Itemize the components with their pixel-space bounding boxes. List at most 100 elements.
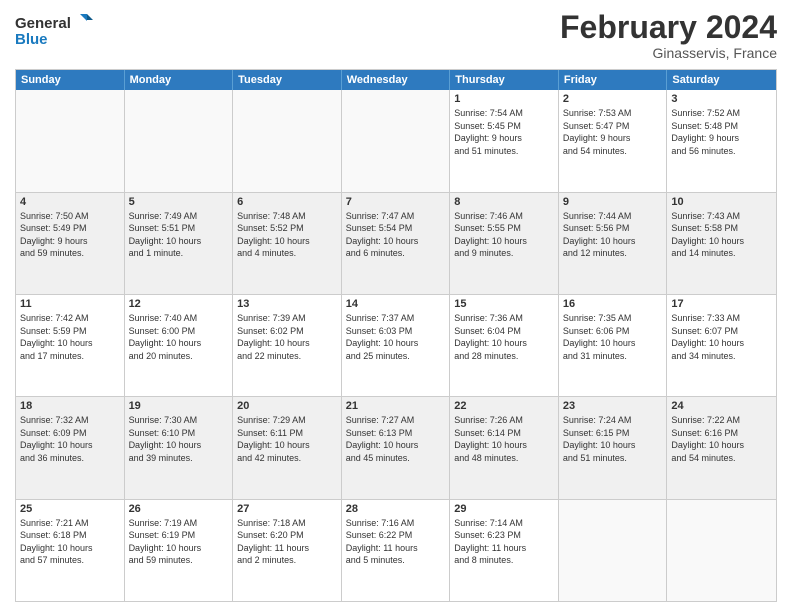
day-info: Sunrise: 7:39 AMSunset: 6:02 PMDaylight:… [237, 312, 337, 362]
header-cell-wednesday: Wednesday [342, 70, 451, 90]
svg-text:Blue: Blue [15, 31, 48, 48]
logo-svg: General Blue [15, 10, 95, 50]
empty-cell [233, 90, 342, 191]
day-number: 17 [671, 298, 772, 310]
empty-cell [16, 90, 125, 191]
header-cell-sunday: Sunday [16, 70, 125, 90]
logo: General Blue [15, 10, 95, 50]
day-info: Sunrise: 7:19 AMSunset: 6:19 PMDaylight:… [129, 517, 229, 567]
day-info: Sunrise: 7:35 AMSunset: 6:06 PMDaylight:… [563, 312, 663, 362]
day-number: 24 [671, 400, 772, 412]
calendar-body: 1 Sunrise: 7:54 AMSunset: 5:45 PMDaylight… [16, 90, 776, 601]
day-cell-2: 2 Sunrise: 7:53 AMSunset: 5:47 PMDaylight… [559, 90, 668, 191]
day-cell-6: 6 Sunrise: 7:48 AMSunset: 5:52 PMDaylight… [233, 193, 342, 294]
day-info: Sunrise: 7:30 AMSunset: 6:10 PMDaylight:… [129, 414, 229, 464]
location: Ginasservis, France [560, 45, 777, 61]
day-cell-9: 9 Sunrise: 7:44 AMSunset: 5:56 PMDaylight… [559, 193, 668, 294]
calendar-row-2: 4 Sunrise: 7:50 AMSunset: 5:49 PMDaylight… [16, 192, 776, 294]
day-cell-14: 14 Sunrise: 7:37 AMSunset: 6:03 PMDayligh… [342, 295, 451, 396]
svg-text:General: General [15, 15, 71, 32]
day-info: Sunrise: 7:43 AMSunset: 5:58 PMDaylight:… [671, 210, 772, 260]
header-cell-thursday: Thursday [450, 70, 559, 90]
day-info: Sunrise: 7:24 AMSunset: 6:15 PMDaylight:… [563, 414, 663, 464]
day-number: 13 [237, 298, 337, 310]
day-cell-3: 3 Sunrise: 7:52 AMSunset: 5:48 PMDaylight… [667, 90, 776, 191]
day-number: 2 [563, 93, 663, 105]
day-info: Sunrise: 7:52 AMSunset: 5:48 PMDaylight:… [671, 107, 772, 157]
day-number: 28 [346, 503, 446, 515]
day-cell-19: 19 Sunrise: 7:30 AMSunset: 6:10 PMDayligh… [125, 397, 234, 498]
day-cell-26: 26 Sunrise: 7:19 AMSunset: 6:19 PMDayligh… [125, 500, 234, 601]
day-info: Sunrise: 7:37 AMSunset: 6:03 PMDaylight:… [346, 312, 446, 362]
day-cell-18: 18 Sunrise: 7:32 AMSunset: 6:09 PMDayligh… [16, 397, 125, 498]
day-cell-16: 16 Sunrise: 7:35 AMSunset: 6:06 PMDayligh… [559, 295, 668, 396]
empty-cell [667, 500, 776, 601]
day-info: Sunrise: 7:16 AMSunset: 6:22 PMDaylight:… [346, 517, 446, 567]
day-info: Sunrise: 7:32 AMSunset: 6:09 PMDaylight:… [20, 414, 120, 464]
day-cell-28: 28 Sunrise: 7:16 AMSunset: 6:22 PMDayligh… [342, 500, 451, 601]
day-number: 21 [346, 400, 446, 412]
day-number: 16 [563, 298, 663, 310]
day-number: 11 [20, 298, 120, 310]
day-number: 12 [129, 298, 229, 310]
day-number: 25 [20, 503, 120, 515]
day-info: Sunrise: 7:27 AMSunset: 6:13 PMDaylight:… [346, 414, 446, 464]
day-cell-24: 24 Sunrise: 7:22 AMSunset: 6:16 PMDayligh… [667, 397, 776, 498]
day-info: Sunrise: 7:36 AMSunset: 6:04 PMDaylight:… [454, 312, 554, 362]
day-cell-22: 22 Sunrise: 7:26 AMSunset: 6:14 PMDayligh… [450, 397, 559, 498]
day-info: Sunrise: 7:42 AMSunset: 5:59 PMDaylight:… [20, 312, 120, 362]
day-info: Sunrise: 7:44 AMSunset: 5:56 PMDaylight:… [563, 210, 663, 260]
day-number: 4 [20, 196, 120, 208]
day-cell-7: 7Sunrise: 7:47 AMSunset: 5:54 PMDaylight… [342, 193, 451, 294]
day-number: 20 [237, 400, 337, 412]
day-number: 18 [20, 400, 120, 412]
day-cell-23: 23 Sunrise: 7:24 AMSunset: 6:15 PMDayligh… [559, 397, 668, 498]
day-info: Sunrise: 7:54 AMSunset: 5:45 PMDaylight:… [454, 107, 554, 157]
calendar-row-4: 18 Sunrise: 7:32 AMSunset: 6:09 PMDayligh… [16, 396, 776, 498]
day-info: Sunrise: 7:50 AMSunset: 5:49 PMDaylight:… [20, 210, 120, 260]
day-cell-1: 1 Sunrise: 7:54 AMSunset: 5:45 PMDaylight… [450, 90, 559, 191]
day-info: Sunrise: 7:18 AMSunset: 6:20 PMDaylight:… [237, 517, 337, 567]
calendar: SundayMondayTuesdayWednesdayThursdayFrid… [15, 69, 777, 602]
page-header: General Blue February 2024 Ginasservis, … [15, 10, 777, 61]
calendar-row-3: 11 Sunrise: 7:42 AMSunset: 5:59 PMDayligh… [16, 294, 776, 396]
day-number: 3 [671, 93, 772, 105]
empty-cell [125, 90, 234, 191]
day-number: 9 [563, 196, 663, 208]
day-number: 26 [129, 503, 229, 515]
header-cell-saturday: Saturday [667, 70, 776, 90]
day-number: 19 [129, 400, 229, 412]
day-number: 1 [454, 93, 554, 105]
day-info: Sunrise: 7:22 AMSunset: 6:16 PMDaylight:… [671, 414, 772, 464]
day-cell-17: 17 Sunrise: 7:33 AMSunset: 6:07 PMDayligh… [667, 295, 776, 396]
calendar-row-5: 25Sunrise: 7:21 AMSunset: 6:18 PMDayligh… [16, 499, 776, 601]
day-number: 29 [454, 503, 554, 515]
day-number: 23 [563, 400, 663, 412]
day-number: 14 [346, 298, 446, 310]
day-cell-29: 29 Sunrise: 7:14 AMSunset: 6:23 PMDayligh… [450, 500, 559, 601]
day-info: Sunrise: 7:49 AMSunset: 5:51 PMDaylight:… [129, 210, 229, 260]
day-number: 22 [454, 400, 554, 412]
calendar-row-1: 1 Sunrise: 7:54 AMSunset: 5:45 PMDaylight… [16, 90, 776, 191]
day-info: Sunrise: 7:33 AMSunset: 6:07 PMDaylight:… [671, 312, 772, 362]
day-cell-4: 4 Sunrise: 7:50 AMSunset: 5:49 PMDaylight… [16, 193, 125, 294]
day-info: Sunrise: 7:26 AMSunset: 6:14 PMDaylight:… [454, 414, 554, 464]
header-cell-monday: Monday [125, 70, 234, 90]
day-number: 8 [454, 196, 554, 208]
day-info: Sunrise: 7:47 AMSunset: 5:54 PMDaylight:… [346, 210, 446, 260]
calendar-header: SundayMondayTuesdayWednesdayThursdayFrid… [16, 70, 776, 90]
day-number: 15 [454, 298, 554, 310]
day-info: Sunrise: 7:53 AMSunset: 5:47 PMDaylight:… [563, 107, 663, 157]
header-cell-tuesday: Tuesday [233, 70, 342, 90]
header-cell-friday: Friday [559, 70, 668, 90]
day-cell-12: 12Sunrise: 7:40 AMSunset: 6:00 PMDayligh… [125, 295, 234, 396]
month-title: February 2024 [560, 10, 777, 45]
day-cell-27: 27Sunrise: 7:18 AMSunset: 6:20 PMDayligh… [233, 500, 342, 601]
day-number: 6 [237, 196, 337, 208]
day-cell-20: 20 Sunrise: 7:29 AMSunset: 6:11 PMDayligh… [233, 397, 342, 498]
day-info: Sunrise: 7:14 AMSunset: 6:23 PMDaylight:… [454, 517, 554, 567]
day-info: Sunrise: 7:48 AMSunset: 5:52 PMDaylight:… [237, 210, 337, 260]
empty-cell [342, 90, 451, 191]
day-cell-13: 13 Sunrise: 7:39 AMSunset: 6:02 PMDayligh… [233, 295, 342, 396]
day-info: Sunrise: 7:29 AMSunset: 6:11 PMDaylight:… [237, 414, 337, 464]
